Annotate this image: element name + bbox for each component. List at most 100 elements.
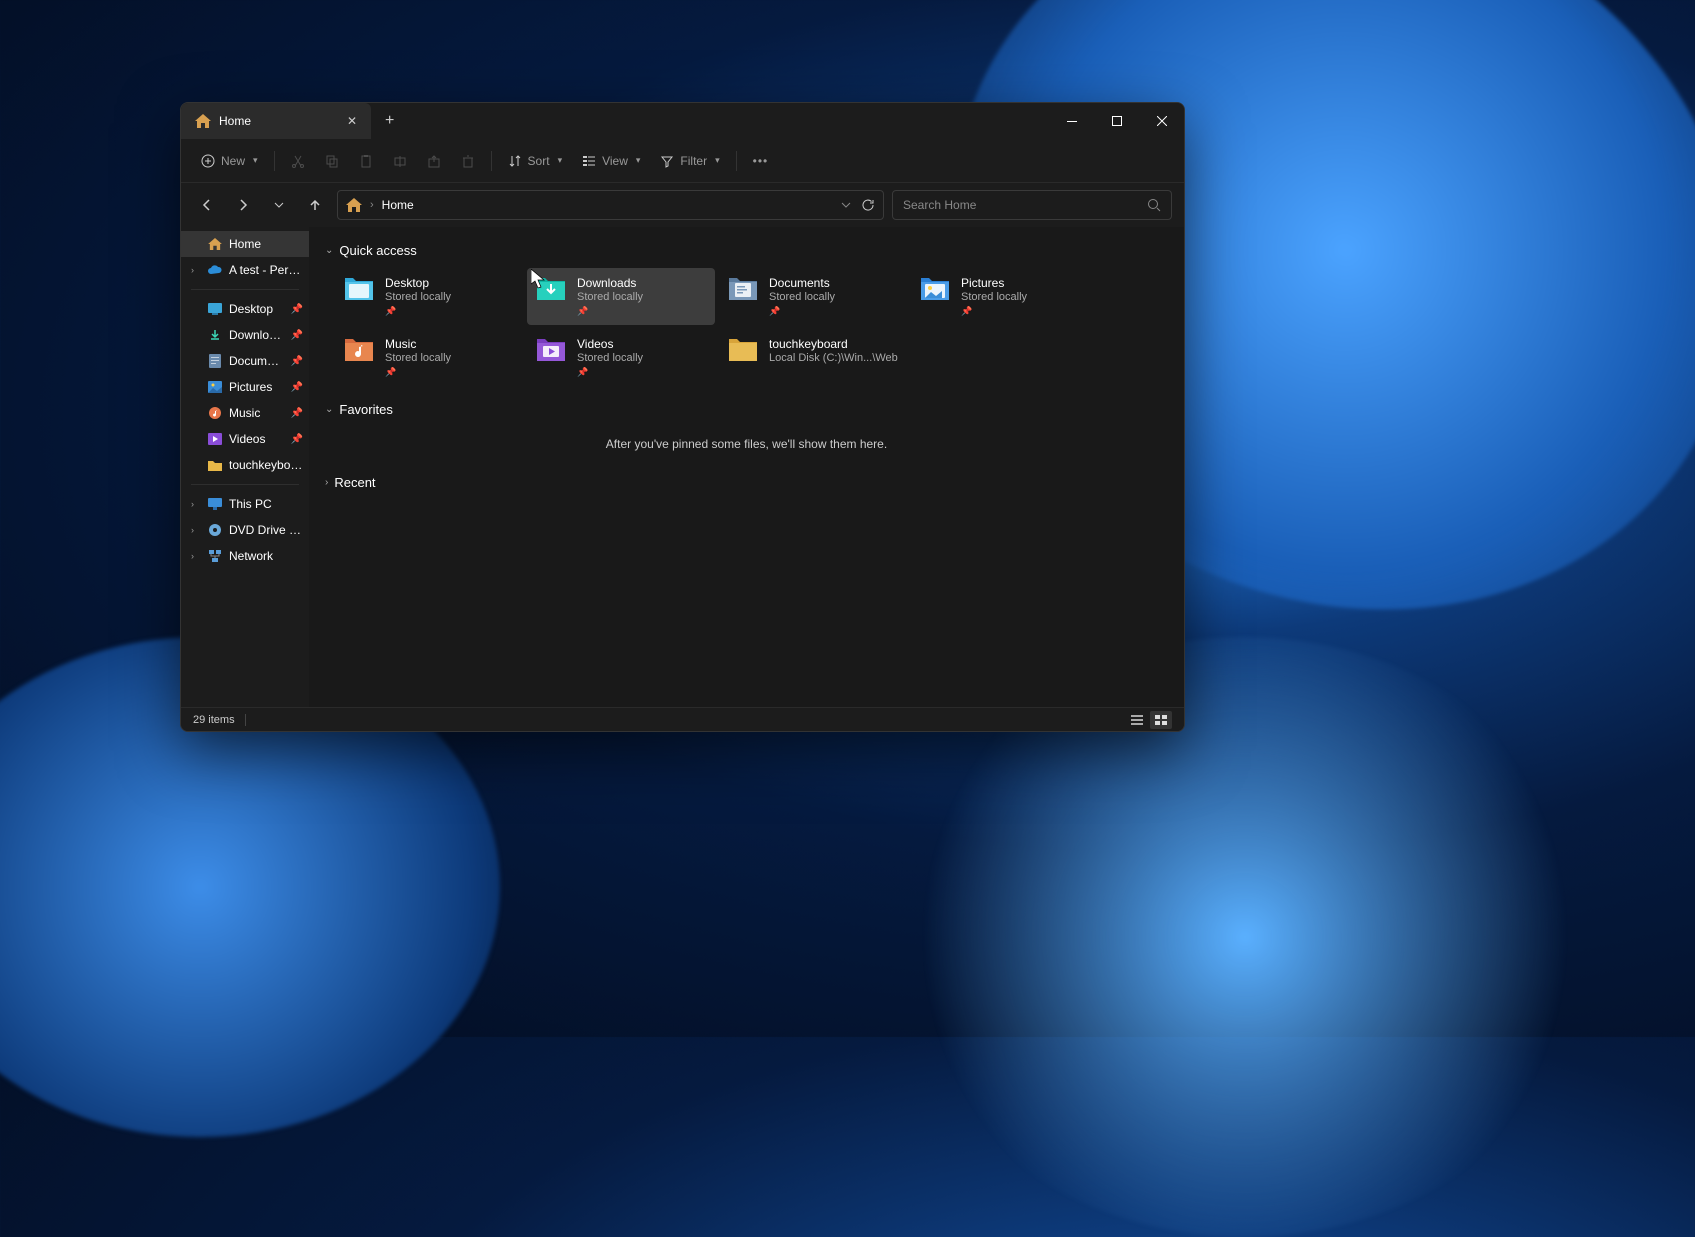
expand-icon[interactable]: ›	[191, 525, 201, 535]
section-title: Recent	[334, 475, 375, 490]
view-label: View	[602, 154, 628, 168]
filter-icon	[660, 154, 674, 168]
sort-button[interactable]: Sort ▾	[500, 145, 571, 177]
quick-access-item[interactable]: touchkeyboard Local Disk (C:)\Win...\Web	[719, 329, 907, 386]
item-subtitle: Stored locally	[385, 352, 451, 364]
expand-icon[interactable]: ›	[191, 551, 201, 561]
pin-icon: 📌	[291, 356, 303, 367]
pin-icon: 📌	[291, 330, 303, 341]
minimize-icon	[1067, 121, 1077, 122]
cut-icon	[291, 154, 305, 168]
cut-button[interactable]	[283, 145, 313, 177]
quick-access-item[interactable]: Downloads Stored locally 📌	[527, 268, 715, 325]
paste-icon	[359, 154, 373, 168]
tab-close-button[interactable]: ✕	[343, 112, 361, 130]
sidebar-item-label: Desktop	[229, 302, 285, 316]
separator	[736, 151, 737, 171]
forward-button[interactable]	[229, 191, 257, 219]
sidebar-item-touchkeyboard[interactable]: touchkeyboard	[181, 452, 309, 478]
search-input[interactable]	[903, 198, 1147, 212]
address-bar[interactable]: › Home	[337, 190, 884, 220]
quick-access-item[interactable]: Videos Stored locally 📌	[527, 329, 715, 386]
separator	[191, 484, 299, 485]
paste-button[interactable]	[351, 145, 381, 177]
folder-icon	[343, 337, 375, 363]
folder-icon	[535, 276, 567, 302]
sidebar-item-home[interactable]: Home	[181, 231, 309, 257]
filter-button[interactable]: Filter ▾	[652, 145, 727, 177]
more-button[interactable]: •••	[745, 145, 777, 177]
share-button[interactable]	[419, 145, 449, 177]
maximize-button[interactable]	[1094, 105, 1139, 137]
tab-home[interactable]: Home ✕	[181, 103, 371, 139]
item-name: Documents	[769, 276, 835, 290]
sidebar-item-desktop[interactable]: Desktop 📌	[181, 296, 309, 322]
quick-access-item[interactable]: Pictures Stored locally 📌	[911, 268, 1099, 325]
section-favorites[interactable]: ⌄ Favorites	[325, 402, 1168, 417]
minimize-button[interactable]	[1049, 105, 1094, 137]
breadcrumb-location[interactable]: Home	[382, 198, 414, 212]
item-subtitle: Stored locally	[577, 352, 643, 364]
document-icon	[207, 353, 223, 369]
close-icon	[1157, 116, 1167, 126]
item-name: Pictures	[961, 276, 1027, 290]
expand-icon[interactable]: ›	[191, 499, 201, 509]
details-view-button[interactable]	[1126, 711, 1148, 729]
chevron-down-icon[interactable]	[841, 202, 851, 208]
arrow-right-icon	[236, 198, 250, 212]
desktop-icon	[207, 301, 223, 317]
sidebar-item-videos[interactable]: Videos 📌	[181, 426, 309, 452]
rename-button[interactable]	[385, 145, 415, 177]
view-icon	[582, 154, 596, 168]
section-recent[interactable]: › Recent	[325, 475, 1168, 490]
videos-icon	[207, 431, 223, 447]
sidebar-item-dvd[interactable]: › DVD Drive (D:) CCCOMA_X64FRE_EN	[181, 517, 309, 543]
refresh-icon[interactable]	[861, 198, 875, 212]
arrow-left-icon	[200, 198, 214, 212]
quick-access-grid: Desktop Stored locally 📌 Downloads Store…	[335, 268, 1168, 386]
delete-button[interactable]	[453, 145, 483, 177]
sidebar-item-documents[interactable]: Documents 📌	[181, 348, 309, 374]
item-name: Desktop	[385, 276, 451, 290]
sidebar-item-label: Videos	[229, 432, 285, 446]
view-button[interactable]: View ▾	[574, 145, 648, 177]
pin-icon: 📌	[291, 434, 303, 445]
pin-icon: 📌	[577, 306, 643, 317]
pictures-icon	[207, 379, 223, 395]
copy-button[interactable]	[317, 145, 347, 177]
recent-locations-button[interactable]	[265, 191, 293, 219]
rename-icon	[393, 154, 407, 168]
quick-access-item[interactable]: Desktop Stored locally 📌	[335, 268, 523, 325]
up-button[interactable]	[301, 191, 329, 219]
favorites-empty-message: After you've pinned some files, we'll sh…	[325, 437, 1168, 451]
quick-access-item[interactable]: Documents Stored locally 📌	[719, 268, 907, 325]
search-box[interactable]	[892, 190, 1172, 220]
content-pane: ⌄ Quick access Desktop Stored locally 📌	[309, 227, 1184, 707]
section-quick-access[interactable]: ⌄ Quick access	[325, 243, 1168, 258]
tiles-view-button[interactable]	[1150, 711, 1172, 729]
trash-icon	[461, 154, 475, 168]
toolbar: New ▾ Sort ▾ View ▾ Filter ▾ •••	[181, 139, 1184, 183]
filter-label: Filter	[680, 154, 707, 168]
item-name: Videos	[577, 337, 643, 351]
back-button[interactable]	[193, 191, 221, 219]
pin-icon: 📌	[291, 408, 303, 419]
sidebar-item-network[interactable]: › Network	[181, 543, 309, 569]
sidebar-item-music[interactable]: Music 📌	[181, 400, 309, 426]
pin-icon: 📌	[291, 382, 303, 393]
expand-icon[interactable]: ›	[191, 265, 201, 275]
sidebar-item-onedrive[interactable]: › A test - Personal	[181, 257, 309, 283]
close-button[interactable]	[1139, 105, 1184, 137]
new-button[interactable]: New ▾	[193, 145, 266, 177]
disc-icon	[207, 522, 223, 538]
list-icon	[1131, 715, 1143, 725]
sidebar-item-pictures[interactable]: Pictures 📌	[181, 374, 309, 400]
item-name: Downloads	[577, 276, 643, 290]
quick-access-item[interactable]: Music Stored locally 📌	[335, 329, 523, 386]
new-tab-button[interactable]: +	[371, 112, 408, 130]
separator	[274, 151, 275, 171]
sidebar-item-thispc[interactable]: › This PC	[181, 491, 309, 517]
titlebar: Home ✕ +	[181, 103, 1184, 139]
sidebar-item-downloads[interactable]: Downloads 📌	[181, 322, 309, 348]
section-title: Favorites	[339, 402, 392, 417]
